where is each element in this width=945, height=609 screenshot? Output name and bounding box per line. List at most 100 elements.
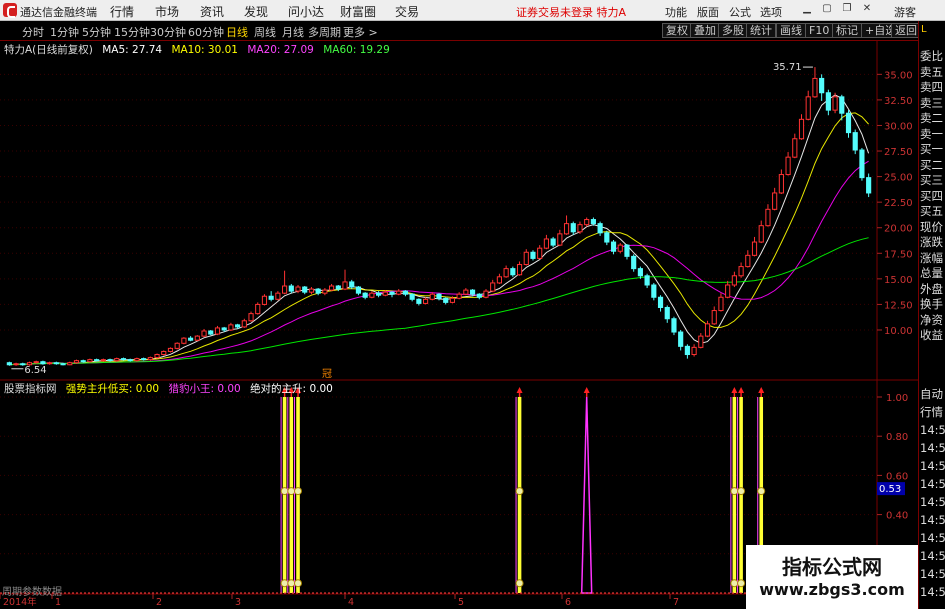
- candle-body: [396, 290, 402, 295]
- menu-layout[interactable]: 版面: [697, 4, 719, 20]
- sidebar-item[interactable]: 14:50: [920, 585, 945, 600]
- menu-options[interactable]: 选项: [760, 4, 782, 20]
- sidebar-item[interactable]: 14:50: [920, 513, 945, 528]
- candle: [275, 291, 281, 301]
- sidebar-item[interactable]: 14:50: [920, 495, 945, 510]
- mark-button[interactable]: 标记: [832, 23, 862, 38]
- candle: [409, 293, 415, 302]
- menu-formula[interactable]: 公式: [729, 4, 751, 20]
- multi-stock-button[interactable]: 多股: [718, 23, 748, 38]
- sidebar-item[interactable]: 行情: [920, 405, 945, 420]
- tab-multi-period[interactable]: 多周期: [308, 24, 341, 40]
- sidebar-item[interactable]: 14:50: [920, 567, 945, 582]
- sidebar-item[interactable]: 14:50: [920, 549, 945, 564]
- sidebar-item[interactable]: 涨幅: [920, 251, 945, 266]
- signal-dot: [280, 579, 289, 588]
- tab-5min[interactable]: 5分钟: [82, 24, 111, 40]
- candle: [798, 114, 805, 140]
- close-icon[interactable]: ✕: [860, 2, 874, 16]
- menu-functions[interactable]: 功能: [665, 4, 687, 20]
- menu-news[interactable]: 资讯: [200, 3, 224, 20]
- sidebar-item[interactable]: 14:50: [920, 531, 945, 546]
- candle: [302, 286, 308, 295]
- title-bar: 通达信金融终端 行情 市场 资讯 发现 问小达 财富圈 交易 证券交易未登录 特…: [0, 0, 945, 21]
- sidebar-item[interactable]: 自动: [920, 387, 945, 402]
- sidebar-item[interactable]: 外盘: [920, 282, 945, 297]
- sidebar-item[interactable]: 买五: [920, 204, 945, 219]
- candle: [134, 357, 140, 362]
- menu-assistant[interactable]: 问小达: [288, 3, 324, 20]
- sidebar-item[interactable]: 买一: [920, 142, 945, 157]
- f10-button[interactable]: F10: [805, 23, 834, 38]
- minimize-icon[interactable]: ▁: [800, 2, 814, 16]
- time-axis: 2014年 1 2 3 4 5 6 7: [0, 594, 679, 608]
- tab-1min[interactable]: 1分钟: [50, 24, 79, 40]
- menu-trade[interactable]: 交易: [395, 3, 419, 20]
- price-tick-label: 20.00: [884, 224, 913, 235]
- signal-dot: [737, 487, 746, 496]
- high-price-label: 35.71: [773, 62, 802, 73]
- candle-body: [657, 296, 664, 308]
- sidebar-item[interactable]: 14:50: [920, 477, 945, 492]
- sidebar-item[interactable]: 买四: [920, 189, 945, 204]
- back-button[interactable]: 返回: [891, 23, 921, 38]
- guest-user[interactable]: 游客: [894, 4, 916, 20]
- restore-rights-button[interactable]: 复权: [662, 23, 692, 38]
- candle: [631, 254, 637, 272]
- sidebar-item[interactable]: 卖二: [920, 111, 945, 126]
- sidebar-item[interactable]: 卖五: [920, 65, 945, 80]
- tab-intraday[interactable]: 分时: [22, 24, 44, 40]
- maximize-icon[interactable]: ▢: [820, 2, 834, 16]
- candle: [402, 290, 409, 297]
- tab-more[interactable]: 更多 >: [343, 24, 378, 40]
- price-tick-label: 35.00: [884, 70, 913, 81]
- sidebar-item[interactable]: 总量: [920, 266, 945, 281]
- indicator-axis: 1.000.800.600.400.200.53: [877, 393, 908, 561]
- ma5-value: MA5: 27.74: [102, 44, 163, 56]
- ma20-line: [9, 160, 869, 366]
- candle-body: [114, 358, 120, 362]
- sidebar-item[interactable]: 现价: [920, 220, 945, 235]
- candle-body: [248, 313, 254, 322]
- sidebar-item[interactable]: 卖三: [920, 96, 945, 111]
- tab-60min[interactable]: 60分钟: [188, 24, 224, 40]
- sidebar-item[interactable]: 14:50: [920, 423, 945, 438]
- login-warning[interactable]: 证券交易未登录 特力A: [516, 4, 626, 20]
- sidebar-item[interactable]: 委比: [920, 49, 945, 64]
- draw-line-button[interactable]: 画线: [776, 23, 806, 38]
- sidebar-top-label: L: [921, 24, 927, 35]
- menu-quotes[interactable]: 行情: [110, 3, 134, 20]
- sidebar-item[interactable]: 收益: [920, 328, 945, 343]
- sidebar-item[interactable]: 买三: [920, 173, 945, 188]
- overlay-button[interactable]: 叠加: [690, 23, 720, 38]
- statistics-button[interactable]: 统计: [746, 23, 776, 38]
- tab-daily[interactable]: 日线: [226, 24, 248, 40]
- candle: [725, 280, 731, 299]
- menu-discover[interactable]: 发现: [244, 3, 268, 20]
- sidebar-item[interactable]: 14:50: [920, 441, 945, 456]
- menu-market[interactable]: 市场: [155, 3, 179, 20]
- candle: [537, 245, 543, 260]
- candle-body: [812, 77, 818, 98]
- candle: [557, 229, 563, 247]
- sidebar-item[interactable]: 净资: [920, 313, 945, 328]
- tab-30min[interactable]: 30分钟: [150, 24, 186, 40]
- candle-body: [188, 337, 194, 341]
- candle-body: [369, 292, 375, 298]
- tab-weekly[interactable]: 周线: [254, 24, 276, 40]
- sidebar-item[interactable]: 换手: [920, 297, 945, 312]
- sidebar-item[interactable]: 14:50: [920, 459, 945, 474]
- sidebar-item[interactable]: 买二: [920, 158, 945, 173]
- candle: [825, 89, 831, 116]
- menu-wealth[interactable]: 财富圈: [340, 3, 376, 20]
- candle-body: [832, 96, 838, 111]
- sidebar-item[interactable]: 涨跌: [920, 235, 945, 250]
- sidebar-item[interactable]: 卖一: [920, 127, 945, 142]
- sidebar-item[interactable]: 卖四: [920, 80, 945, 95]
- tab-monthly[interactable]: 月线: [282, 24, 304, 40]
- price-grid: [0, 73, 877, 331]
- chart-area[interactable]: 35.00 32.50 30.00 27.50 25.00 22.50 20.00 17.50…: [0, 41, 918, 609]
- candle: [751, 236, 758, 257]
- tab-15min[interactable]: 15分钟: [114, 24, 150, 40]
- restore-icon[interactable]: ❐: [840, 2, 854, 16]
